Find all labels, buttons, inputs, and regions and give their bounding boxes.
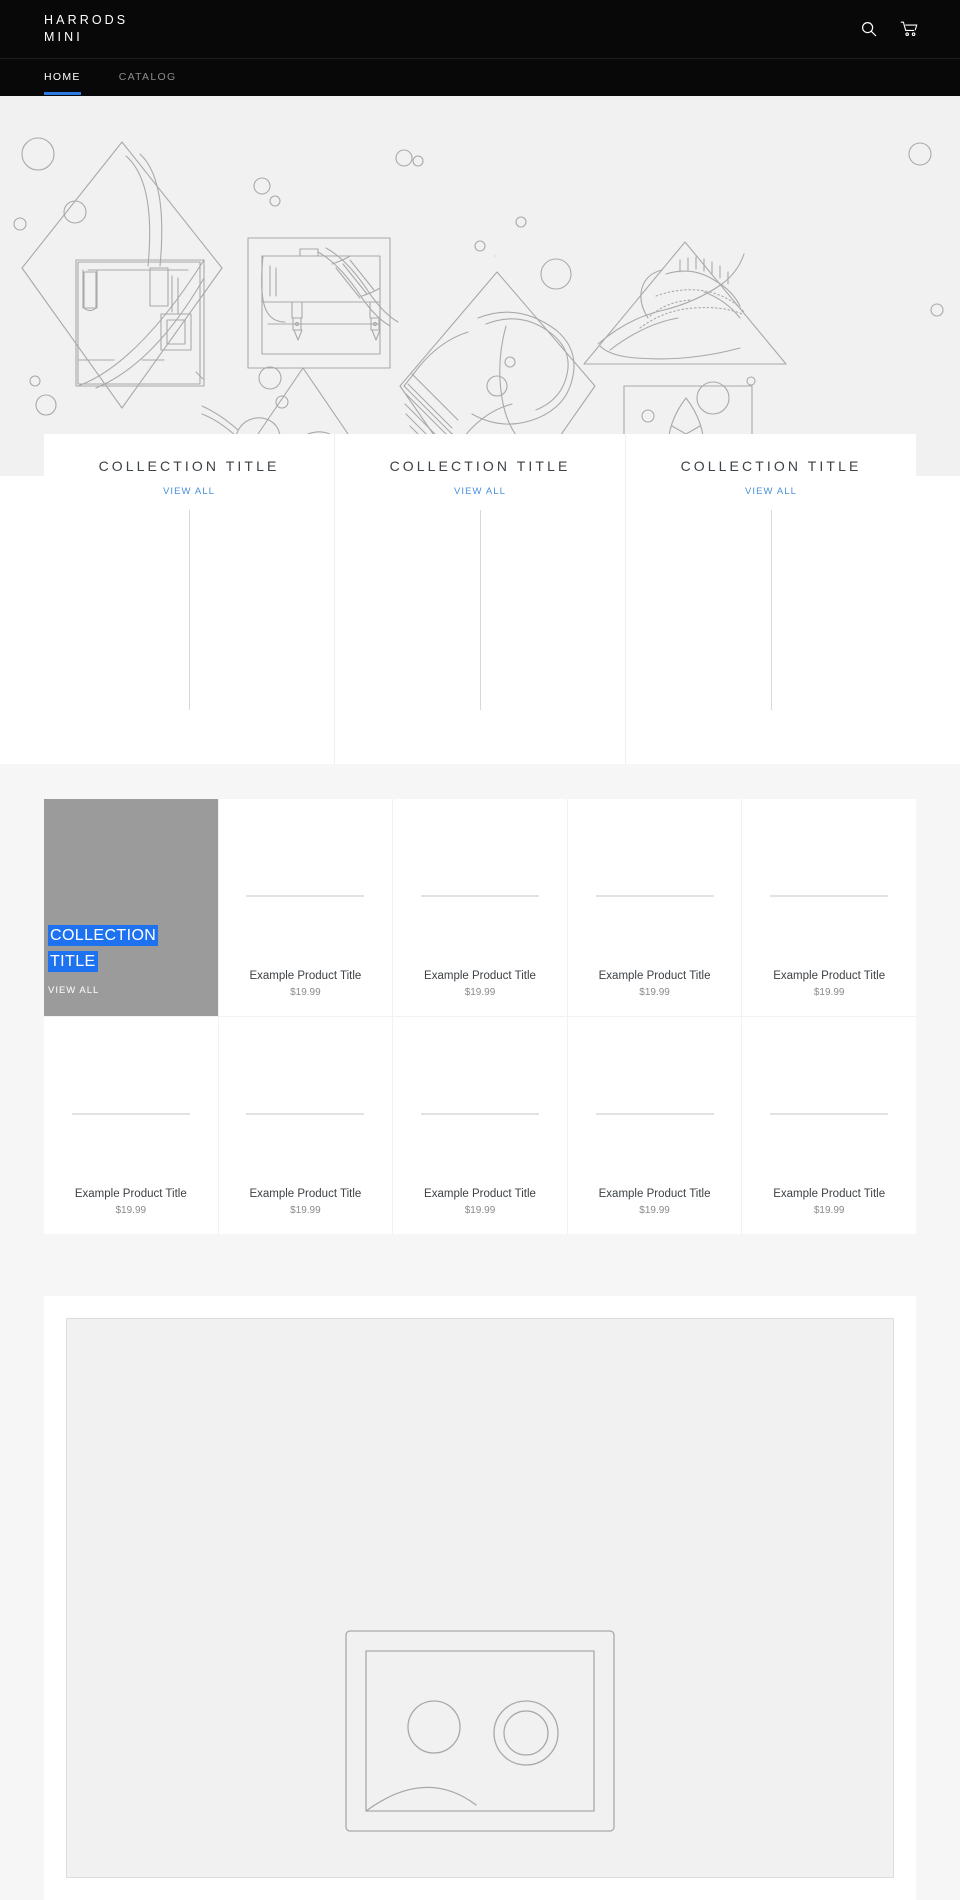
product-price: $19.99 bbox=[290, 987, 321, 998]
collection-view-all-link[interactable]: VIEW ALL bbox=[44, 486, 334, 497]
collection-title: COLLECTION TITLE bbox=[44, 458, 334, 474]
search-icon[interactable] bbox=[858, 18, 880, 40]
product-title: Example Product Title bbox=[424, 1187, 536, 1202]
product-title: Example Product Title bbox=[75, 1187, 187, 1202]
collection-divider bbox=[189, 510, 190, 710]
product-image-placeholder bbox=[770, 895, 888, 897]
collection-strip: COLLECTION TITLE VIEW ALL COLLECTION TIT… bbox=[0, 434, 960, 764]
product-card[interactable]: Example Product Title $19.99 bbox=[219, 1017, 394, 1234]
product-card[interactable]: Example Product Title $19.99 bbox=[568, 1017, 743, 1234]
product-price: $19.99 bbox=[639, 1205, 670, 1216]
site-header: HARRODS MINI bbox=[0, 0, 960, 58]
product-card[interactable]: Example Product Title $19.99 bbox=[742, 1017, 916, 1234]
product-price: $19.99 bbox=[465, 987, 496, 998]
logo-line-1: HARRODS bbox=[44, 12, 128, 29]
feature-section-outer bbox=[0, 1274, 960, 1900]
product-card[interactable]: Example Product Title $19.99 bbox=[219, 799, 394, 1016]
product-card[interactable]: Example Product Title $19.99 bbox=[393, 1017, 568, 1234]
logo-line-2: MINI bbox=[44, 29, 128, 46]
collection-divider bbox=[771, 510, 772, 710]
main-navigation: HOME CATALOG bbox=[0, 58, 960, 96]
product-image-placeholder bbox=[421, 1113, 539, 1115]
feature-section bbox=[44, 1296, 916, 1900]
feature-image-placeholder bbox=[66, 1318, 894, 1878]
collection-promo-view-all-link[interactable]: VIEW ALL bbox=[48, 985, 99, 996]
product-price: $19.99 bbox=[639, 987, 670, 998]
feature-illustration bbox=[270, 1567, 690, 1878]
collection-card[interactable]: COLLECTION TITLE VIEW ALL bbox=[44, 434, 335, 764]
section-spacer bbox=[0, 764, 960, 799]
product-grid-row: Example Product Title $19.99 Example Pro… bbox=[44, 1016, 916, 1234]
collection-divider bbox=[480, 510, 481, 710]
product-title: Example Product Title bbox=[773, 1187, 885, 1202]
product-image-placeholder bbox=[596, 895, 714, 897]
product-price: $19.99 bbox=[116, 1205, 147, 1216]
collection-card[interactable]: COLLECTION TITLE VIEW ALL bbox=[626, 434, 916, 764]
collection-promo-title: COLLECTION TITLE bbox=[48, 923, 146, 975]
product-title: Example Product Title bbox=[249, 969, 361, 984]
collection-view-all-link[interactable]: VIEW ALL bbox=[626, 486, 916, 497]
nav-item-home[interactable]: HOME bbox=[44, 59, 81, 94]
product-title: Example Product Title bbox=[773, 969, 885, 984]
product-price: $19.99 bbox=[814, 987, 845, 998]
cart-icon[interactable] bbox=[898, 18, 920, 40]
hero-illustration bbox=[0, 96, 960, 476]
product-card[interactable]: Example Product Title $19.99 bbox=[568, 799, 743, 1016]
product-card[interactable]: Example Product Title $19.99 bbox=[742, 799, 916, 1016]
collection-promo-title-line-1: COLLECTION bbox=[48, 925, 158, 946]
product-title: Example Product Title bbox=[599, 969, 711, 984]
product-image-placeholder bbox=[596, 1113, 714, 1115]
product-price: $19.99 bbox=[465, 1205, 496, 1216]
nav-item-catalog[interactable]: CATALOG bbox=[119, 59, 177, 94]
product-grid-row: COLLECTION TITLE VIEW ALL Example Produc… bbox=[44, 799, 916, 1016]
product-title: Example Product Title bbox=[249, 1187, 361, 1202]
product-price: $19.99 bbox=[814, 1205, 845, 1216]
site-logo[interactable]: HARRODS MINI bbox=[44, 12, 128, 46]
product-card[interactable]: Example Product Title $19.99 bbox=[44, 1017, 219, 1234]
collection-view-all-link[interactable]: VIEW ALL bbox=[335, 486, 625, 497]
product-grid-section: COLLECTION TITLE VIEW ALL Example Produc… bbox=[0, 799, 960, 1274]
collection-promo-tile[interactable]: COLLECTION TITLE VIEW ALL bbox=[44, 799, 219, 1016]
product-image-placeholder bbox=[246, 1113, 364, 1115]
product-image-placeholder bbox=[246, 895, 364, 897]
collection-title: COLLECTION TITLE bbox=[626, 458, 916, 474]
product-image-placeholder bbox=[72, 1113, 190, 1115]
product-card[interactable]: Example Product Title $19.99 bbox=[393, 799, 568, 1016]
product-price: $19.99 bbox=[290, 1205, 321, 1216]
product-title: Example Product Title bbox=[599, 1187, 711, 1202]
collection-title: COLLECTION TITLE bbox=[335, 458, 625, 474]
product-image-placeholder bbox=[421, 895, 539, 897]
header-icon-group bbox=[858, 18, 920, 40]
collection-card[interactable]: COLLECTION TITLE VIEW ALL bbox=[335, 434, 626, 764]
product-title: Example Product Title bbox=[424, 969, 536, 984]
hero-banner bbox=[0, 96, 960, 476]
collection-promo-title-line-2: TITLE bbox=[48, 951, 98, 972]
product-image-placeholder bbox=[770, 1113, 888, 1115]
